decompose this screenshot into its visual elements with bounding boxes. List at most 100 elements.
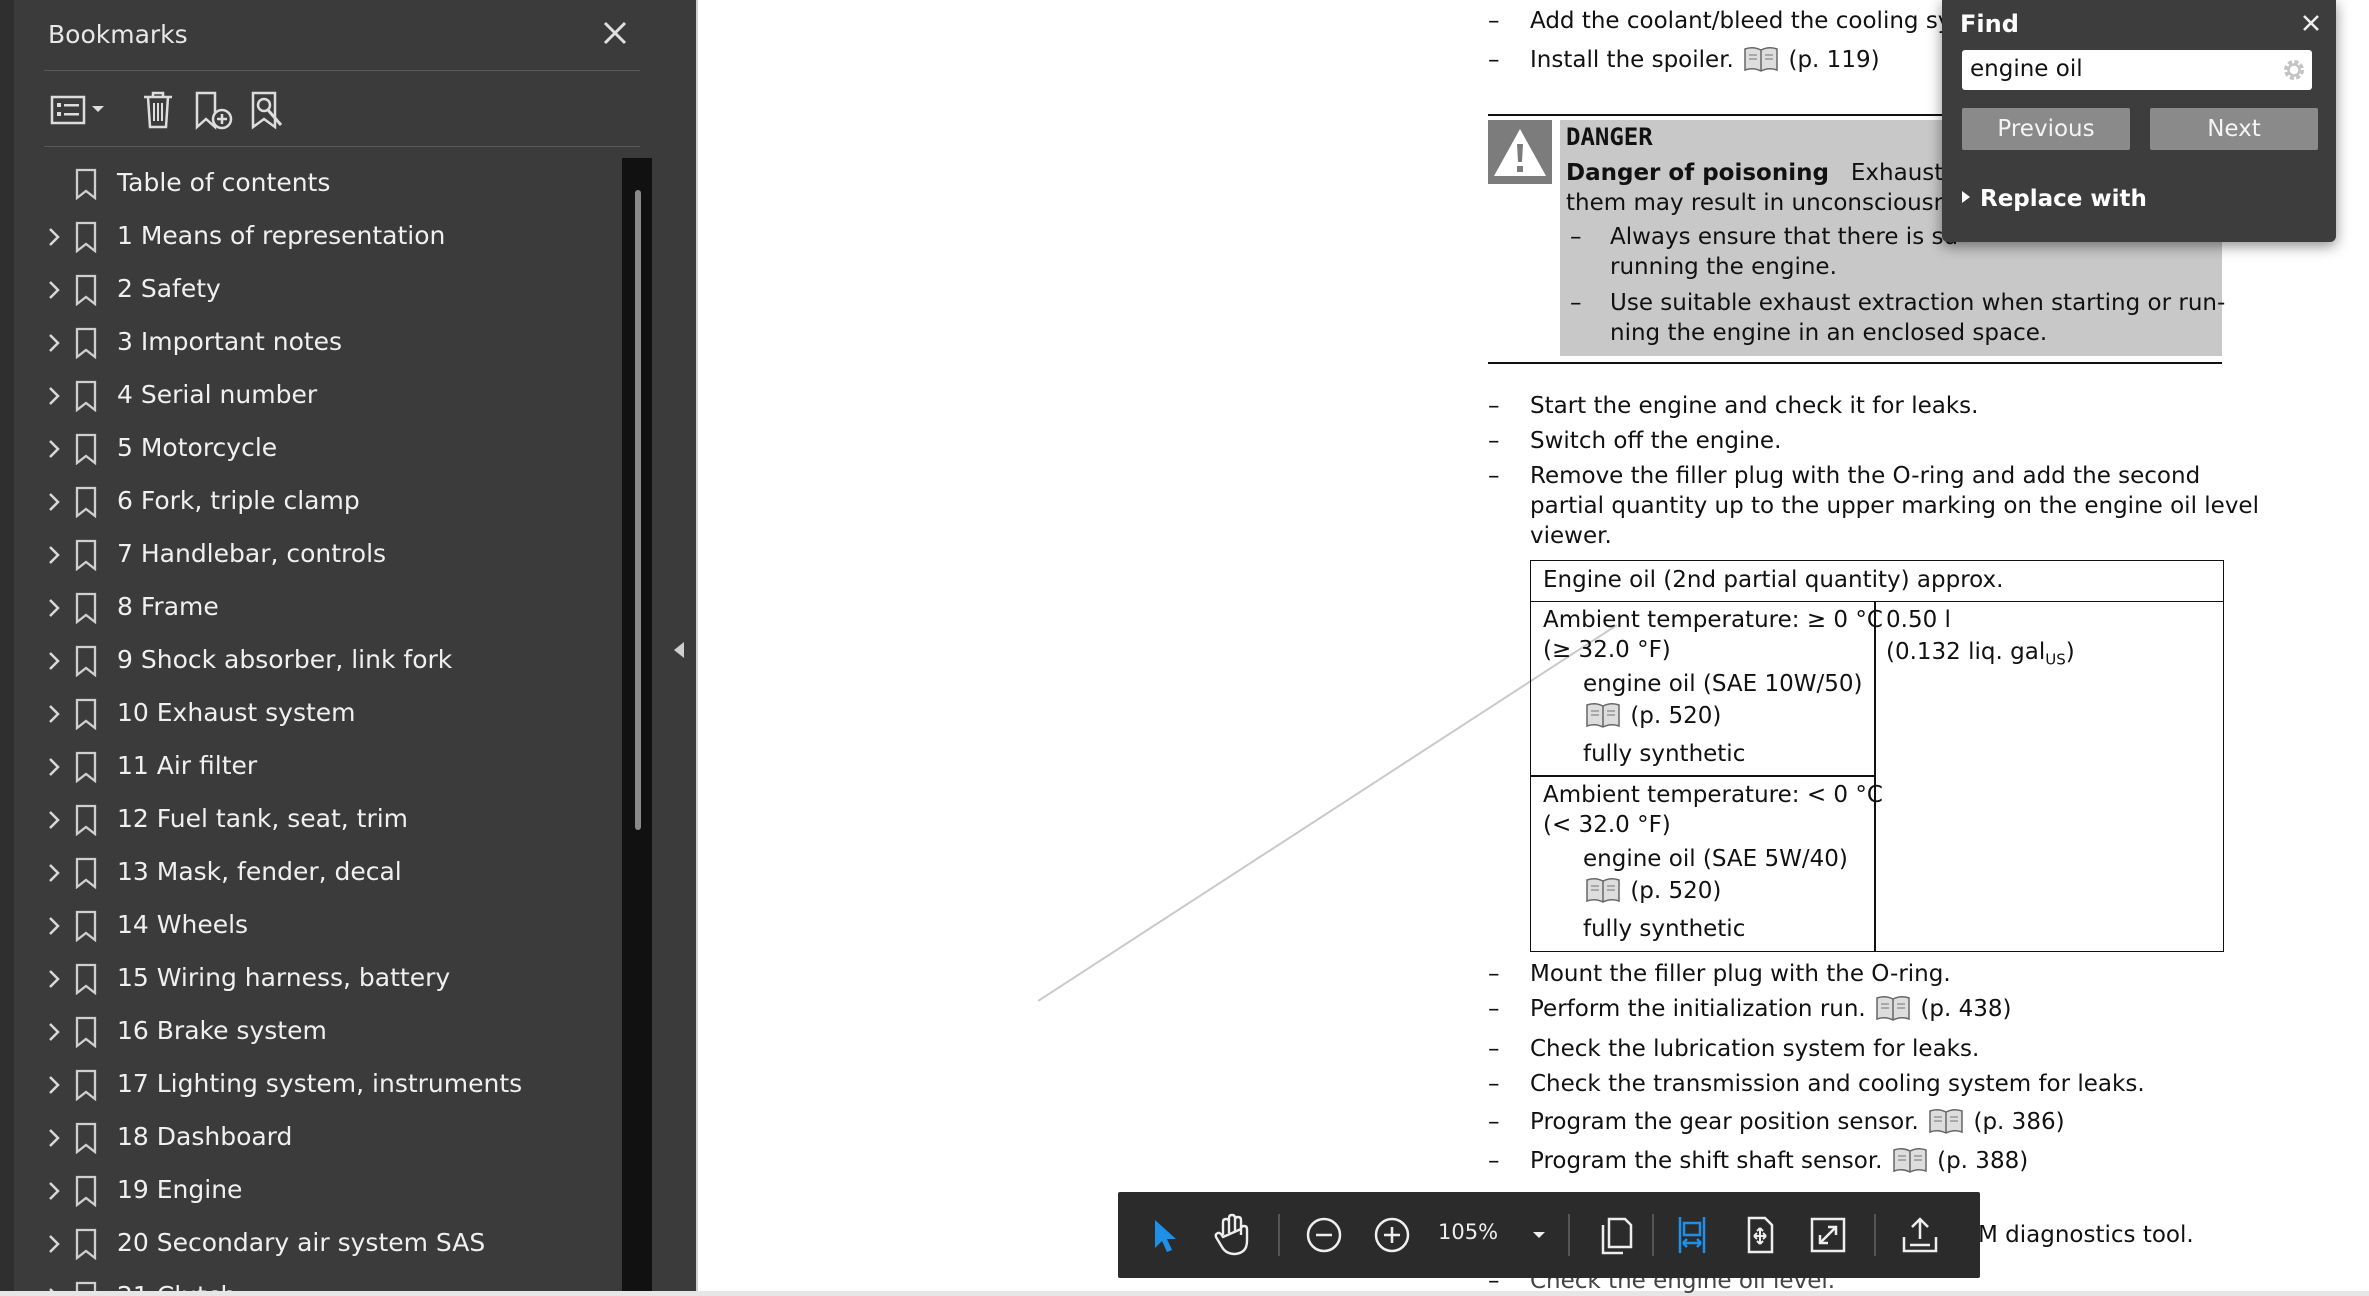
chevron-right-icon[interactable] [40, 964, 68, 994]
chevron-right-icon[interactable] [40, 1229, 68, 1259]
chevron-right-icon[interactable] [40, 381, 68, 411]
bookmark-icon [74, 1122, 98, 1155]
bookmark-item[interactable]: 6 Fork, triple clamp [14, 476, 622, 528]
chevron-right-icon[interactable] [40, 593, 68, 623]
bookmark-label: 16 Brake system [117, 1016, 327, 1045]
find-title: Find [1960, 10, 2019, 38]
bookmark-item[interactable]: 2 Safety [14, 264, 622, 316]
bookmark-label: 17 Lighting system, instruments [117, 1069, 523, 1098]
danger-bullet: ning the engine in an enclosed space. [1610, 320, 2048, 346]
chevron-right-icon[interactable] [40, 328, 68, 358]
bookmark-label: 18 Dashboard [117, 1122, 293, 1151]
bookmark-item[interactable]: 18 Dashboard [14, 1112, 622, 1164]
bookmark-item[interactable]: 16 Brake system [14, 1006, 622, 1058]
find-previous-button[interactable]: Previous [1962, 108, 2130, 150]
find-options-button[interactable] [2280, 56, 2308, 84]
page-ref: (p. 438) [1920, 996, 2012, 1022]
bookmark-label: 19 Engine [117, 1175, 243, 1204]
bookmark-item[interactable]: 5 Motorcycle [14, 423, 622, 475]
chevron-right-icon[interactable] [40, 752, 68, 782]
bookmark-item[interactable]: 17 Lighting system, instruments [14, 1059, 622, 1111]
chevron-right-icon[interactable] [40, 805, 68, 835]
bookmark-item[interactable]: 8 Frame [14, 582, 622, 634]
step-label: Install the spoiler. [1530, 47, 1734, 73]
chevron-right-icon[interactable] [40, 858, 68, 888]
bookmark-item[interactable]: 21 Clutch [14, 1271, 622, 1291]
bookmark-options-button[interactable] [44, 82, 114, 138]
bookmark-icon [74, 1175, 98, 1208]
bookmark-item[interactable]: 10 Exhaust system [14, 688, 622, 740]
hand-tool-button[interactable] [1202, 1205, 1262, 1265]
chevron-right-icon[interactable] [40, 911, 68, 941]
danger-bullet: running the engine. [1610, 254, 1837, 280]
bookmark-item[interactable]: 12 Fuel tank, seat, trim [14, 794, 622, 846]
zoom-out-button[interactable] [1294, 1205, 1354, 1265]
full-screen-button[interactable] [1798, 1205, 1858, 1265]
select-tool-button[interactable] [1134, 1205, 1194, 1265]
table-cell: Ambient temperature: ≥ 0 °C [1543, 607, 1883, 633]
replace-with-toggle[interactable]: Replace with [1960, 186, 2147, 212]
table-divider [1531, 775, 1874, 777]
bookmark-item[interactable]: 1 Means of representation [14, 211, 622, 263]
bookmark-item[interactable]: 9 Shock absorber, link fork [14, 635, 622, 687]
bookmark-item[interactable]: 20 Secondary air system SAS [14, 1218, 622, 1270]
zoom-dropdown-button[interactable] [1526, 1220, 1552, 1250]
page-view-button[interactable] [1586, 1205, 1646, 1265]
chevron-right-icon[interactable] [40, 646, 68, 676]
chevron-right-icon[interactable] [40, 222, 68, 252]
bookmark-icon [74, 327, 98, 360]
chevron-right-icon[interactable] [40, 540, 68, 570]
bookmark-icon [74, 1281, 98, 1291]
chevron-right-icon[interactable] [40, 1017, 68, 1047]
danger-text-2: them may result in unconsciousne [1566, 190, 1963, 216]
step-text: Check the transmission and cooling syste… [1530, 1069, 2145, 1099]
dash: – [1570, 290, 1582, 316]
chevron-right-icon[interactable] [40, 699, 68, 729]
bookmark-icon [74, 1069, 98, 1102]
add-bookmark-button[interactable] [184, 82, 240, 138]
chevron-right-icon[interactable] [40, 1070, 68, 1100]
bookmark-scrollbar-thumb[interactable] [635, 190, 641, 830]
chevron-right-icon[interactable] [40, 1123, 68, 1153]
bookmark-label: 2 Safety [117, 274, 221, 303]
bookmark-item[interactable]: 15 Wiring harness, battery [14, 953, 622, 1005]
find-bookmark-button[interactable] [240, 82, 296, 138]
bookmark-label: 9 Shock absorber, link fork [117, 645, 453, 674]
zoom-level[interactable]: 105% [1438, 1220, 1498, 1244]
bookmarks-title: Bookmarks [48, 20, 188, 49]
close-find-button[interactable] [2296, 8, 2326, 38]
manual-ref-icon [1875, 994, 1911, 1030]
bookmark-icon [74, 1228, 98, 1261]
bookmark-item[interactable]: 13 Mask, fender, decal [14, 847, 622, 899]
page-ref: (p. 520) [1630, 878, 1722, 904]
chevron-right-icon[interactable] [40, 434, 68, 464]
divider [1278, 1214, 1280, 1256]
table-cell: (≥ 32.0 °F) [1543, 637, 1671, 663]
delete-bookmark-button[interactable] [130, 82, 186, 138]
fit-width-button[interactable] [1662, 1205, 1722, 1265]
bookmark-label: 10 Exhaust system [117, 698, 356, 727]
chevron-right-icon[interactable] [40, 275, 68, 305]
chevron-right-icon[interactable] [40, 1176, 68, 1206]
chevron-right-icon[interactable] [40, 1282, 68, 1291]
chevron-right-icon[interactable] [40, 487, 68, 517]
find-next-button[interactable]: Next [2150, 108, 2318, 150]
fit-page-button[interactable] [1730, 1205, 1790, 1265]
bookmark-item[interactable]: 14 Wheels [14, 900, 622, 952]
bookmarks-toolbar [44, 82, 644, 138]
bookmark-item[interactable]: 11 Air filter [14, 741, 622, 793]
page-ref: (p. 520) [1630, 703, 1722, 729]
bookmark-item[interactable]: 4 Serial number [14, 370, 622, 422]
page-ref: (p. 388) [1937, 1148, 2029, 1174]
bookmark-item[interactable]: 3 Important notes [14, 317, 622, 369]
bookmark-item[interactable]: Table of contents [14, 158, 622, 210]
bookmark-item[interactable]: 19 Engine [14, 1165, 622, 1217]
close-bookmarks-button[interactable] [598, 16, 632, 50]
zoom-in-button[interactable] [1362, 1205, 1422, 1265]
collapse-panel-button[interactable] [662, 626, 696, 674]
share-export-button[interactable] [1890, 1205, 1950, 1265]
dash: – [1488, 428, 1500, 454]
bookmark-item[interactable]: 7 Handlebar, controls [14, 529, 622, 581]
step-text: Start the engine and check it for leaks. [1530, 393, 1979, 419]
gal-value: (0.132 liq. gal [1886, 639, 2046, 665]
